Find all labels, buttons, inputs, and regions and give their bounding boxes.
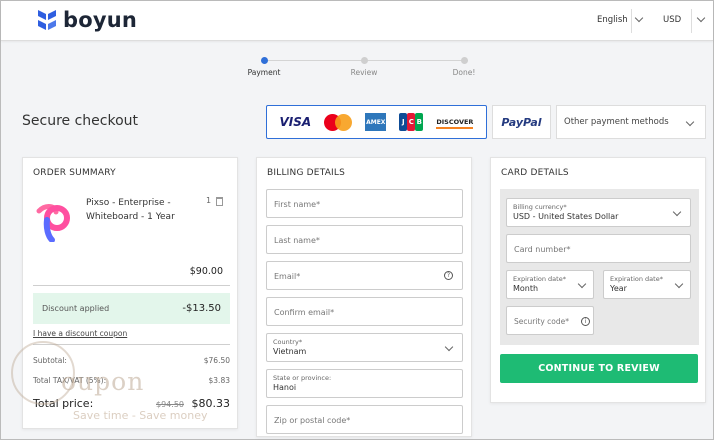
order-summary-panel: ORDER SUMMARY Pixso - Enterprise - White… — [22, 157, 238, 429]
jcb-logo-icon: J C B — [399, 113, 424, 131]
discount-applied-box: Discount applied -$13.50 — [33, 293, 230, 324]
step-label: Done! — [452, 68, 476, 77]
billing-title: BILLING DETAILS — [267, 168, 346, 178]
brand-logo[interactable]: boyun — [37, 8, 137, 32]
zip-placeholder: Zip or postal code* — [274, 416, 351, 425]
country-value: Vietnam — [273, 347, 307, 356]
card-form-area: Billing currency* USD - United States Do… — [500, 189, 699, 345]
first-name-field[interactable]: First name* — [266, 189, 463, 218]
boyun-logo-icon — [38, 10, 56, 30]
card-payment-option[interactable]: VISA AMEX J C B DISCOVER — [266, 105, 487, 139]
state-field[interactable]: State or province: Hanoi — [266, 369, 463, 398]
confirm-email-field[interactable]: Confirm email* — [266, 297, 463, 326]
email-field[interactable]: Email* ? — [266, 261, 463, 290]
chevron-down-icon — [672, 207, 682, 217]
security-code-field[interactable]: Security code* i — [506, 306, 594, 335]
pixso-logo-icon — [36, 204, 70, 242]
tax-label: Total TAX/VAT (5%): — [33, 376, 107, 385]
total-label: Total price: — [33, 397, 94, 410]
tax-value: $3.83 — [208, 376, 230, 385]
paypal-option[interactable]: PayPal — [492, 105, 551, 139]
step-payment: Payment — [234, 57, 294, 77]
last-name-placeholder: Last name* — [274, 236, 320, 245]
step-label: Payment — [247, 68, 281, 77]
amex-logo: AMEX — [365, 113, 387, 131]
step-done: Done! — [434, 57, 494, 77]
top-header: boyun English USD — [1, 1, 713, 41]
language-value: English — [597, 15, 628, 25]
last-name-field[interactable]: Last name* — [266, 225, 463, 254]
currency-value: USD - United States Dollar — [513, 212, 619, 221]
discount-amount: -$13.50 — [182, 303, 221, 314]
checkout-progress: Payment Review Done! — [241, 57, 491, 81]
billing-details-panel: BILLING DETAILS First name* Last name* E… — [256, 157, 472, 437]
header-divider — [691, 9, 692, 33]
other-payment-methods-dropdown[interactable]: Other payment methods — [556, 105, 706, 139]
chevron-down-icon[interactable] — [634, 13, 644, 23]
security-code-placeholder: Security code* — [514, 317, 570, 326]
other-methods-label: Other payment methods — [564, 117, 669, 127]
total-values: $94.50 $80.33 — [156, 397, 230, 410]
brand-name: boyun — [63, 8, 138, 32]
tax-row: Total TAX/VAT (5%): $3.83 — [33, 376, 230, 385]
order-summary-title: ORDER SUMMARY — [33, 168, 116, 178]
exp-year-value: Year — [610, 284, 627, 293]
divider — [33, 285, 230, 286]
exp-month-value: Month — [513, 284, 539, 293]
total-price: $80.33 — [191, 397, 231, 410]
email-placeholder: Email* — [274, 272, 301, 281]
card-number-placeholder: Card number* — [514, 245, 571, 254]
visa-logo: VISA — [279, 115, 312, 129]
product-quantity: 1 — [206, 196, 212, 205]
chevron-down-icon — [674, 279, 684, 289]
currency-label: Billing currency* — [513, 203, 567, 211]
step-label: Review — [350, 68, 378, 77]
billing-currency-select[interactable]: Billing currency* USD - United States Do… — [506, 198, 691, 227]
info-icon[interactable]: i — [581, 317, 590, 326]
info-icon[interactable]: ? — [444, 271, 453, 280]
expiration-month-select[interactable]: Expiration date* Month — [506, 270, 594, 299]
mastercard-logo-icon — [324, 113, 353, 131]
discover-logo: DISCOVER — [436, 118, 474, 129]
language-selector[interactable]: English — [597, 1, 628, 39]
zip-field[interactable]: Zip or postal code* — [266, 405, 463, 434]
total-row: Total price: $94.50 $80.33 — [33, 397, 230, 410]
chevron-down-icon[interactable] — [696, 13, 706, 23]
subtotal-label: Subtotal: — [33, 356, 67, 365]
card-details-title: CARD DETAILS — [501, 168, 569, 178]
step-dot — [360, 57, 368, 64]
discount-label: Discount applied — [42, 304, 110, 313]
trash-icon[interactable] — [216, 197, 223, 206]
expiration-year-select[interactable]: Expiration date* Year — [603, 270, 691, 299]
continue-to-review-button[interactable]: CONTINUE TO REVIEW — [500, 354, 698, 383]
product-name: Pixso - Enterprise - Whiteboard - 1 Year — [86, 198, 175, 222]
step-dot — [260, 57, 268, 64]
first-name-placeholder: First name* — [274, 200, 321, 209]
card-details-panel: CARD DETAILS Billing currency* USD - Uni… — [490, 157, 706, 403]
country-label: Country* — [273, 338, 303, 346]
subtotal-row: Subtotal: $76.50 — [33, 356, 230, 365]
total-old-price: $94.50 — [156, 400, 184, 409]
paypal-logo: PayPal — [501, 115, 542, 129]
state-value: Hanoi — [273, 383, 297, 392]
chevron-down-icon — [577, 279, 587, 289]
discount-coupon-link[interactable]: I have a discount coupon — [33, 329, 127, 338]
state-label: State or province: — [273, 374, 332, 382]
currency-selector[interactable]: USD — [663, 1, 681, 39]
chevron-down-icon — [444, 342, 454, 352]
page-title: Secure checkout — [22, 113, 138, 129]
currency-value: USD — [663, 15, 682, 25]
exp-year-label: Expiration date* — [610, 275, 663, 283]
exp-month-label: Expiration date* — [513, 275, 566, 283]
subtotal-value: $76.50 — [203, 356, 230, 365]
country-select[interactable]: Country* Vietnam — [266, 333, 463, 362]
step-review: Review — [334, 57, 394, 77]
product-price: $90.00 — [189, 266, 223, 277]
divider — [33, 344, 230, 345]
card-number-field[interactable]: Card number* — [506, 234, 691, 263]
header-divider — [631, 9, 632, 33]
chevron-down-icon — [685, 117, 695, 127]
confirm-email-placeholder: Confirm email* — [274, 308, 335, 317]
step-dot — [460, 57, 468, 64]
